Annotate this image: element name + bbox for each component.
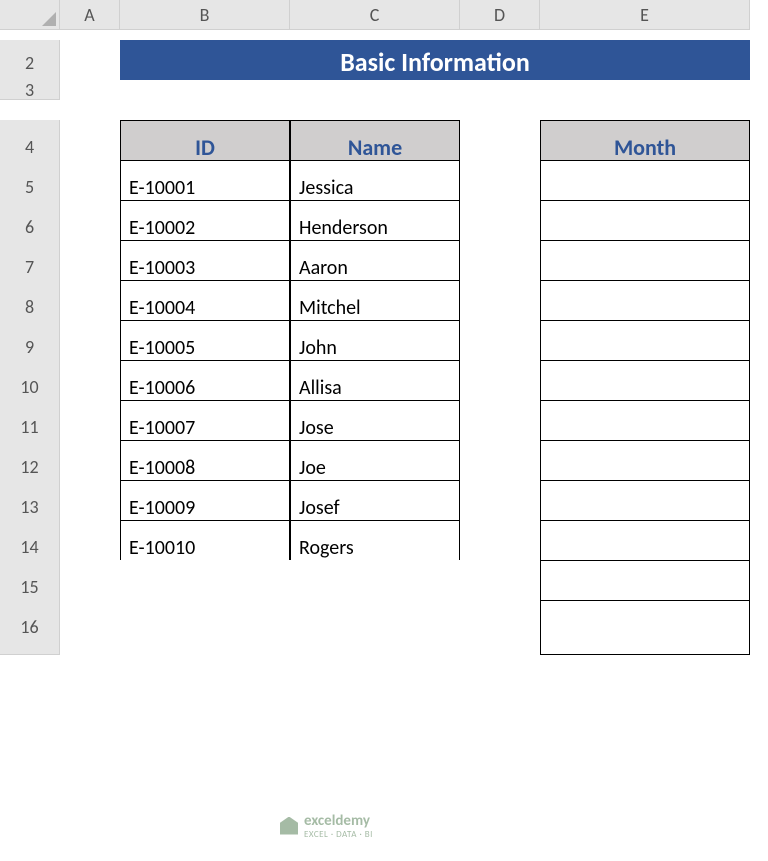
blank-cell[interactable] — [460, 600, 540, 655]
row-header-16[interactable]: 16 — [0, 600, 60, 655]
row-header-3[interactable]: 3 — [0, 80, 60, 100]
col-header-c[interactable]: C — [290, 0, 460, 30]
blank-cell[interactable] — [120, 600, 290, 655]
spreadsheet-grid: A B C D E 2 Basic Information 3 4 ID Nam… — [0, 0, 768, 640]
blank-cell[interactable] — [120, 80, 290, 100]
blank-cell[interactable] — [290, 600, 460, 655]
blank-cell[interactable] — [290, 80, 460, 100]
watermark-logo-icon — [280, 817, 298, 835]
blank-cell[interactable] — [60, 600, 120, 655]
blank-cell[interactable] — [460, 80, 540, 100]
col-header-b[interactable]: B — [120, 0, 290, 30]
watermark: exceldemy EXCEL · DATA · BI — [280, 812, 373, 839]
month-cell[interactable] — [540, 600, 750, 655]
watermark-tag: EXCEL · DATA · BI — [304, 830, 373, 839]
blank-cell[interactable] — [540, 80, 750, 100]
col-header-a[interactable]: A — [60, 0, 120, 30]
col-header-d[interactable]: D — [460, 0, 540, 30]
select-all-corner[interactable] — [0, 0, 60, 30]
watermark-name: exceldemy — [304, 812, 370, 830]
col-header-e[interactable]: E — [540, 0, 750, 30]
blank-cell[interactable] — [60, 80, 120, 100]
